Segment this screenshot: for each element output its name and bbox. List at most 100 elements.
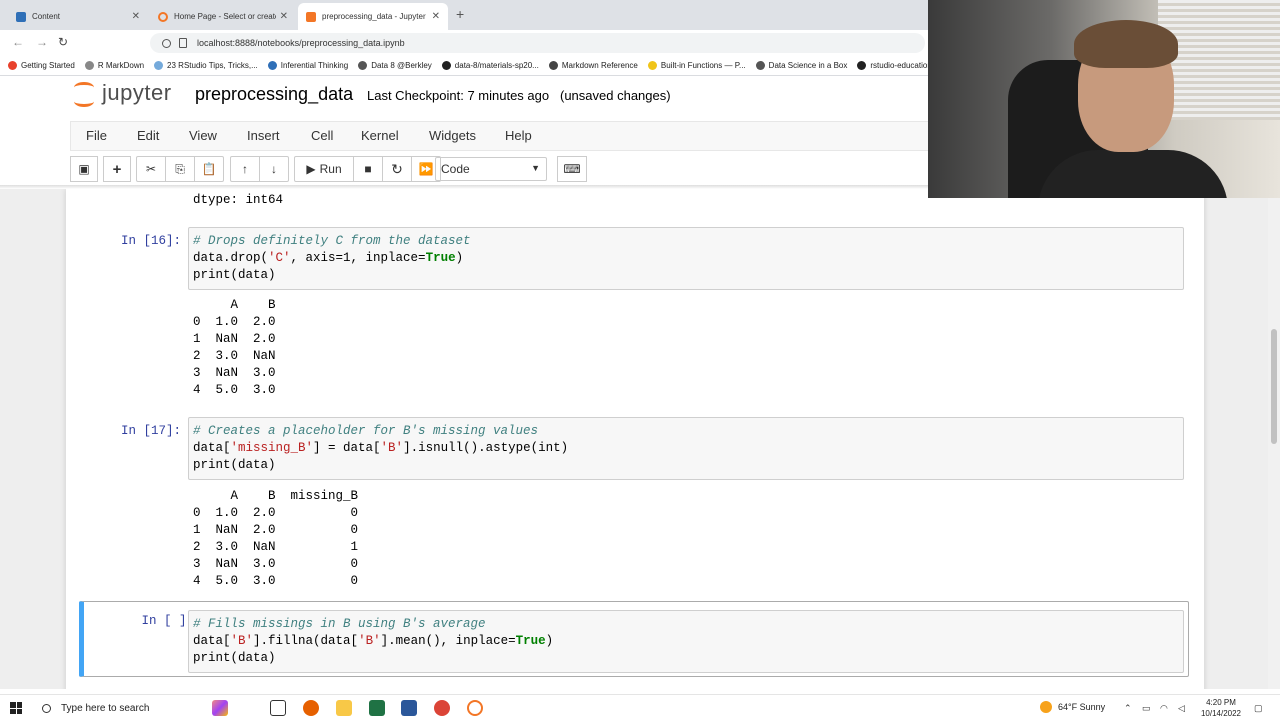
menu-insert[interactable]: Insert bbox=[247, 128, 280, 143]
browser-tab-notebook[interactable]: preprocessing_data - Jupyter N ✕ bbox=[298, 3, 448, 30]
menu-file[interactable]: File bbox=[86, 128, 107, 143]
output-row: 3 NaN 3.0 0 bbox=[193, 557, 359, 571]
address-bar[interactable]: localhost:8888/notebooks/preprocessing_d… bbox=[150, 33, 925, 53]
jupyter-app-icon[interactable] bbox=[467, 700, 483, 716]
code-cell-input[interactable]: # Drops definitely C from the dataset da… bbox=[188, 227, 1184, 290]
restart-icon[interactable]: ↻ bbox=[382, 156, 412, 182]
cell-type-value: Code bbox=[441, 162, 470, 176]
bookmark-label: Getting Started bbox=[21, 61, 75, 70]
code-text: ) bbox=[455, 251, 464, 265]
widgets-icon[interactable] bbox=[212, 700, 228, 716]
sun-icon bbox=[1040, 701, 1052, 713]
output-row: 0 1.0 2.0 bbox=[193, 315, 276, 329]
previous-output-tail: dtype: int64 bbox=[193, 193, 284, 207]
code-cell-input[interactable]: # Creates a placeholder for B's missing … bbox=[188, 417, 1184, 480]
info-icon[interactable] bbox=[162, 38, 171, 48]
code-string: 'B' bbox=[380, 441, 404, 455]
tray-chevron-icon[interactable]: ⌃ bbox=[1124, 703, 1132, 714]
notebook-area: dtype: int64 In [16]: # Drops definitely… bbox=[0, 189, 1268, 689]
jupyter-favicon-icon bbox=[306, 11, 316, 22]
bookmark-icon bbox=[857, 61, 867, 70]
search-placeholder: Type here to search bbox=[61, 702, 150, 714]
bookmark-item[interactable]: Inferential Thinking bbox=[267, 61, 348, 70]
bookmark-item[interactable]: Markdown Reference bbox=[548, 61, 638, 70]
code-comment: # Fills missings in B using B's average bbox=[193, 617, 486, 631]
menu-edit[interactable]: Edit bbox=[137, 128, 159, 143]
selected-cell[interactable]: In [ ]: # Fills missings in B using B's … bbox=[79, 601, 1189, 677]
browser-tab-home[interactable]: Home Page - Select or create a ✕ bbox=[150, 3, 296, 30]
tab-title: preprocessing_data - Jupyter N bbox=[322, 12, 428, 21]
save-icon[interactable]: ▣ bbox=[70, 156, 98, 182]
cut-icon[interactable]: ✂ bbox=[136, 156, 166, 182]
code-text: data[ bbox=[193, 441, 231, 455]
wifi-icon[interactable]: ◠ bbox=[1160, 703, 1168, 714]
menu-widgets[interactable]: Widgets bbox=[429, 128, 476, 143]
windows-start-icon[interactable] bbox=[10, 702, 22, 714]
code-comment: # Drops definitely C from the dataset bbox=[193, 234, 471, 248]
reload-icon[interactable]: ↻ bbox=[58, 35, 68, 49]
file-explorer-icon[interactable] bbox=[336, 700, 352, 716]
system-clock[interactable]: 4:20 PM 10/14/2022 bbox=[1196, 697, 1246, 719]
output-header-row: A B bbox=[193, 298, 276, 312]
bookmark-item[interactable]: Data 8 @Berkley bbox=[358, 61, 432, 70]
menu-kernel[interactable]: Kernel bbox=[361, 128, 399, 143]
output-row: 4 5.0 3.0 0 bbox=[193, 574, 359, 588]
scrollbar-thumb[interactable] bbox=[1271, 329, 1277, 444]
task-view-icon[interactable] bbox=[270, 700, 286, 716]
forward-arrow-icon[interactable]: → bbox=[36, 35, 48, 49]
command-palette-icon[interactable]: ⌨ bbox=[557, 156, 587, 182]
menu-help[interactable]: Help bbox=[505, 128, 532, 143]
page-scrollbar[interactable] bbox=[1268, 189, 1280, 689]
code-text: ] = data[ bbox=[313, 441, 381, 455]
jupyter-logo[interactable]: jupyter bbox=[74, 80, 172, 107]
cell-output: A B 0 1.0 2.0 1 NaN 2.0 2 3.0 NaN 3 NaN 3.0 4… bbox=[193, 297, 276, 399]
window-blinds bbox=[1158, 0, 1280, 120]
bookmark-item[interactable]: data-8/materials-sp20... bbox=[441, 61, 539, 70]
new-tab-button[interactable]: + bbox=[456, 6, 464, 22]
menu-view[interactable]: View bbox=[189, 128, 217, 143]
bookmark-icon bbox=[755, 61, 765, 70]
notifications-icon[interactable]: ▢ bbox=[1254, 703, 1263, 714]
excel-icon[interactable] bbox=[369, 700, 385, 716]
code-string: 'missing_B' bbox=[230, 441, 314, 455]
notebook-name[interactable]: preprocessing_data bbox=[195, 84, 353, 105]
move-up-icon[interactable]: ↑ bbox=[230, 156, 260, 182]
code-text: , axis=1, inplace= bbox=[290, 251, 426, 265]
word-icon[interactable] bbox=[401, 700, 417, 716]
notebook-page: dtype: int64 In [16]: # Drops definitely… bbox=[66, 189, 1204, 689]
code-text: print(data) bbox=[193, 458, 276, 472]
back-arrow-icon[interactable]: ← bbox=[12, 35, 24, 49]
code-text: ].isnull().astype(int) bbox=[403, 441, 569, 455]
bookmark-item[interactable]: Getting Started bbox=[8, 61, 75, 70]
bookmark-label: Data Science in a Box bbox=[768, 61, 848, 70]
weather-widget[interactable]: 64°F Sunny bbox=[1040, 701, 1105, 713]
chrome-icon[interactable] bbox=[434, 700, 450, 716]
bookmark-item[interactable]: Built-in Functions — P... bbox=[647, 61, 746, 70]
volume-icon[interactable]: ◁ bbox=[1178, 703, 1185, 714]
close-tab-icon[interactable]: ✕ bbox=[132, 11, 140, 22]
copy-icon[interactable]: ⎘ bbox=[165, 156, 195, 182]
output-row: 2 3.0 NaN 1 bbox=[193, 540, 359, 554]
insert-cell-icon[interactable]: + bbox=[103, 156, 131, 182]
browser-tab-content[interactable]: Content ✕ bbox=[8, 3, 148, 30]
bookmark-item[interactable]: 23 RStudio Tips, Tricks,... bbox=[154, 61, 258, 70]
cell-type-select[interactable]: Code ▼ bbox=[435, 157, 547, 181]
firefox-icon[interactable] bbox=[303, 700, 319, 716]
bookmark-label: Data 8 @Berkley bbox=[371, 61, 432, 70]
code-cell-input[interactable]: # Fills missings in B using B's average … bbox=[188, 610, 1184, 673]
run-button[interactable]: ▶ Run bbox=[294, 156, 354, 182]
close-tab-icon[interactable]: ✕ bbox=[280, 11, 288, 22]
cell-prompt: In [ ]: bbox=[141, 614, 194, 628]
interrupt-icon[interactable]: ■ bbox=[353, 156, 383, 182]
close-tab-icon[interactable]: ✕ bbox=[432, 11, 440, 22]
paste-icon[interactable]: 📋 bbox=[194, 156, 224, 182]
bookmark-item[interactable]: Data Science in a Box bbox=[755, 61, 848, 70]
bookmark-item[interactable]: R MarkDown bbox=[84, 61, 144, 70]
network-icon[interactable]: ▭ bbox=[1142, 703, 1151, 714]
output-row: 0 1.0 2.0 0 bbox=[193, 506, 359, 520]
run-icon: ▶ bbox=[306, 162, 316, 176]
bookmark-icon bbox=[548, 61, 558, 70]
menu-cell[interactable]: Cell bbox=[311, 128, 333, 143]
weather-text: 64°F Sunny bbox=[1058, 702, 1106, 712]
move-down-icon[interactable]: ↓ bbox=[259, 156, 289, 182]
